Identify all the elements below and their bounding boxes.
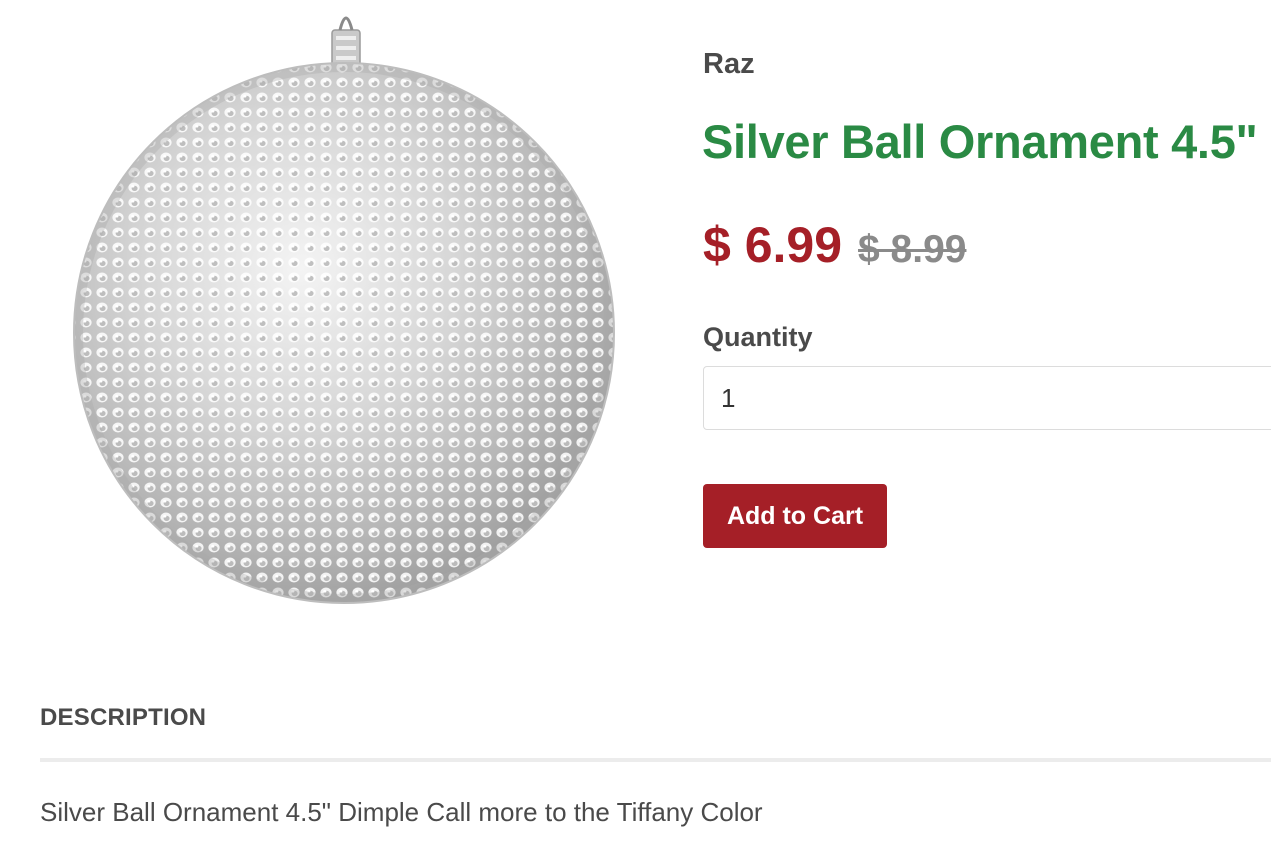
ornament-image [73,16,615,604]
product-image[interactable] [62,0,628,610]
description-text: Silver Ball Ornament 4.5" Dimple Call mo… [40,797,763,827]
product-title: Silver Ball Ornament 4.5" [702,115,1258,168]
compare-at-price: $ 8.99 [858,228,967,271]
quantity-input[interactable] [703,366,1271,430]
description-heading: DESCRIPTION [40,704,207,731]
description-divider [40,758,1271,762]
price-row: $ 6.99 $ 8.99 [703,214,966,278]
product-vendor[interactable]: Raz [703,46,755,82]
quantity-label: Quantity [703,322,813,352]
sale-price: $ 6.99 [703,217,843,273]
add-to-cart-button[interactable]: Add to Cart [703,484,887,548]
